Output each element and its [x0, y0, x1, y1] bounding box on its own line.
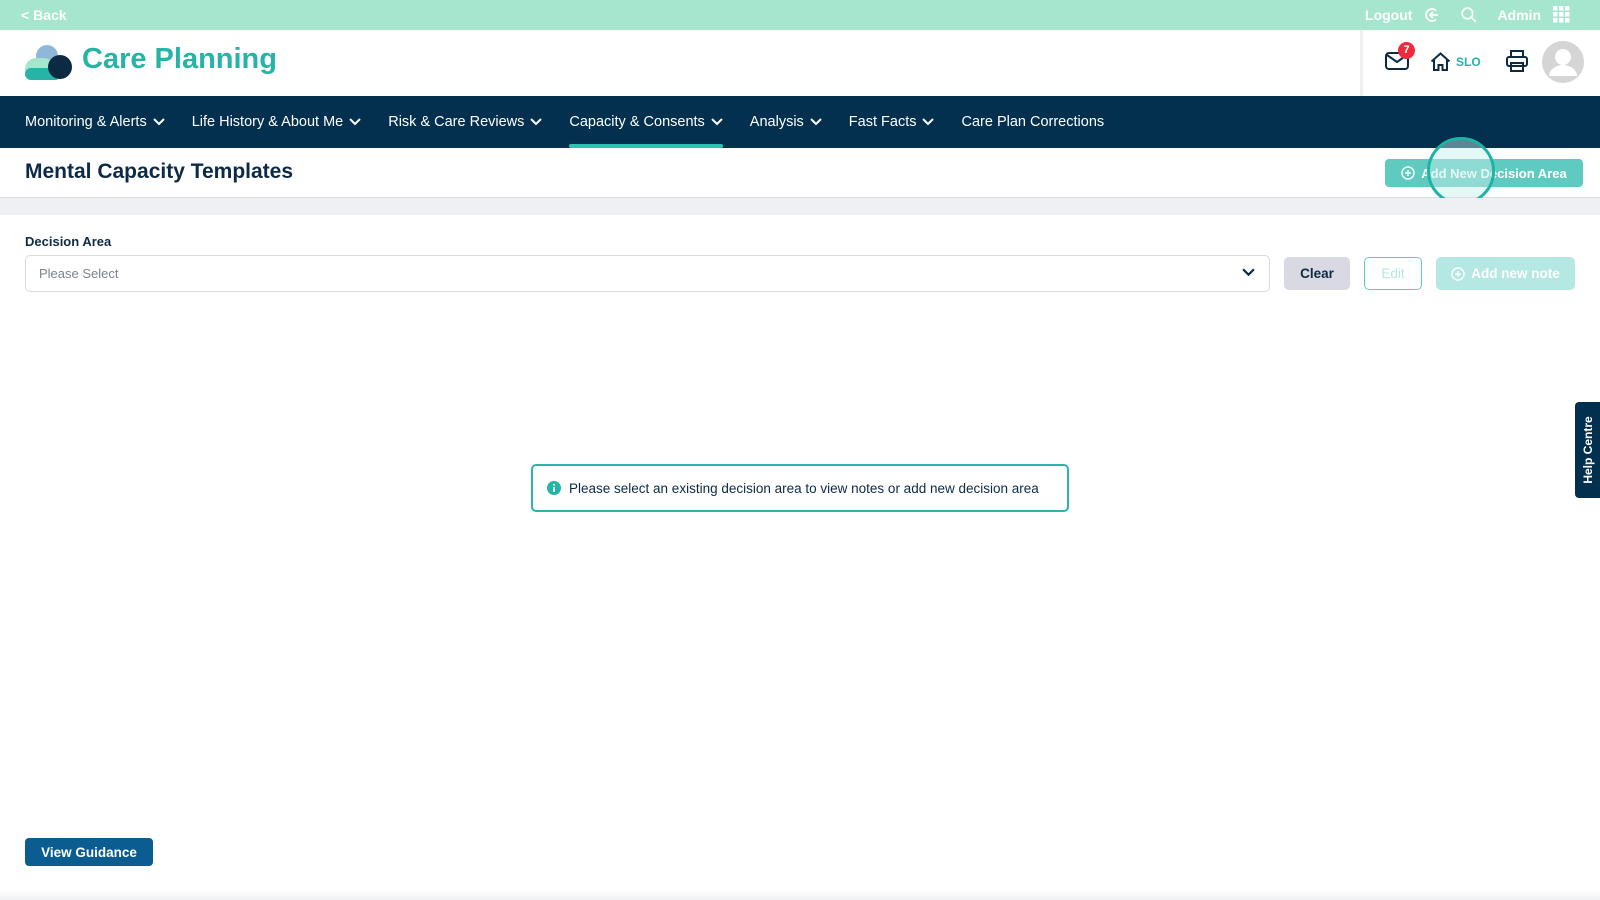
home-icon[interactable]: [1430, 52, 1451, 71]
header-divider: [1360, 30, 1363, 96]
info-icon: [547, 481, 561, 495]
top-bar: < Back Logout Admin: [0, 0, 1600, 30]
nav-monitoring-alerts[interactable]: Monitoring & Alerts: [25, 96, 165, 148]
info-message-box: Please select an existing decision area …: [531, 464, 1069, 512]
clear-button[interactable]: Clear: [1284, 257, 1350, 290]
nav-label: Fast Facts: [848, 114, 917, 130]
chevron-down-icon: [152, 118, 165, 126]
home-label[interactable]: SLO: [1456, 55, 1481, 69]
nav-label: Monitoring & Alerts: [25, 114, 147, 130]
click-indicator: [1427, 137, 1495, 205]
add-new-note-button[interactable]: Add new note: [1436, 257, 1575, 290]
plus-circle-icon: [1401, 166, 1415, 180]
app-header: Care Planning 7 SLO: [0, 30, 1600, 96]
logout-link[interactable]: Logout: [1365, 7, 1412, 23]
footer-shadow: [0, 890, 1600, 900]
print-icon[interactable]: [1506, 50, 1528, 72]
help-centre-tab[interactable]: Help Centre: [1575, 402, 1600, 498]
logo-icon: [25, 45, 72, 80]
nav-label: Analysis: [749, 114, 804, 130]
page-header: Mental Capacity Templates Add New Decisi…: [0, 148, 1600, 198]
nav-label: Care Plan Corrections: [961, 114, 1105, 130]
user-name[interactable]: Admin: [1497, 7, 1541, 23]
select-placeholder: Please Select: [39, 266, 119, 281]
plus-circle-icon: [1451, 266, 1465, 281]
chevron-down-icon: [530, 118, 543, 126]
nav-life-history[interactable]: Life History & About Me: [192, 96, 362, 148]
section-divider: [0, 198, 1600, 215]
app-title[interactable]: Care Planning: [82, 43, 277, 76]
nav-label: Risk & Care Reviews: [388, 114, 525, 130]
chevron-down-icon: [810, 118, 822, 126]
view-guidance-button[interactable]: View Guidance: [25, 838, 153, 866]
info-message-text: Please select an existing decision area …: [569, 480, 1039, 496]
chevron-down-icon: [1242, 268, 1255, 277]
main-nav: Monitoring & Alerts Life History & About…: [0, 96, 1600, 148]
page-title: Mental Capacity Templates: [25, 160, 294, 183]
search-icon[interactable]: [1460, 6, 1477, 23]
edit-button[interactable]: Edit: [1364, 257, 1422, 290]
add-new-note-label: Add new note: [1471, 266, 1560, 281]
decision-area-label: Decision Area: [25, 234, 112, 249]
apps-grid-icon[interactable]: [1553, 6, 1570, 23]
avatar[interactable]: [1542, 41, 1584, 83]
nav-label: Capacity & Consents: [569, 114, 705, 130]
nav-capacity-consents[interactable]: Capacity & Consents: [569, 96, 724, 148]
nav-fast-facts[interactable]: Fast Facts: [849, 96, 935, 148]
logout-icon[interactable]: [1424, 7, 1440, 23]
back-link[interactable]: < Back: [21, 7, 67, 23]
chevron-down-icon: [922, 118, 935, 126]
nav-care-plan-corrections[interactable]: Care Plan Corrections: [961, 96, 1104, 148]
nav-label: Life History & About Me: [191, 114, 344, 130]
decision-area-select[interactable]: Please Select: [25, 255, 1270, 292]
notification-badge: 7: [1398, 42, 1415, 59]
chevron-down-icon: [711, 118, 723, 126]
nav-analysis[interactable]: Analysis: [750, 96, 822, 148]
chevron-down-icon: [349, 118, 361, 126]
nav-risk-care-reviews[interactable]: Risk & Care Reviews: [388, 96, 543, 148]
help-centre-label: Help Centre: [1580, 416, 1595, 484]
